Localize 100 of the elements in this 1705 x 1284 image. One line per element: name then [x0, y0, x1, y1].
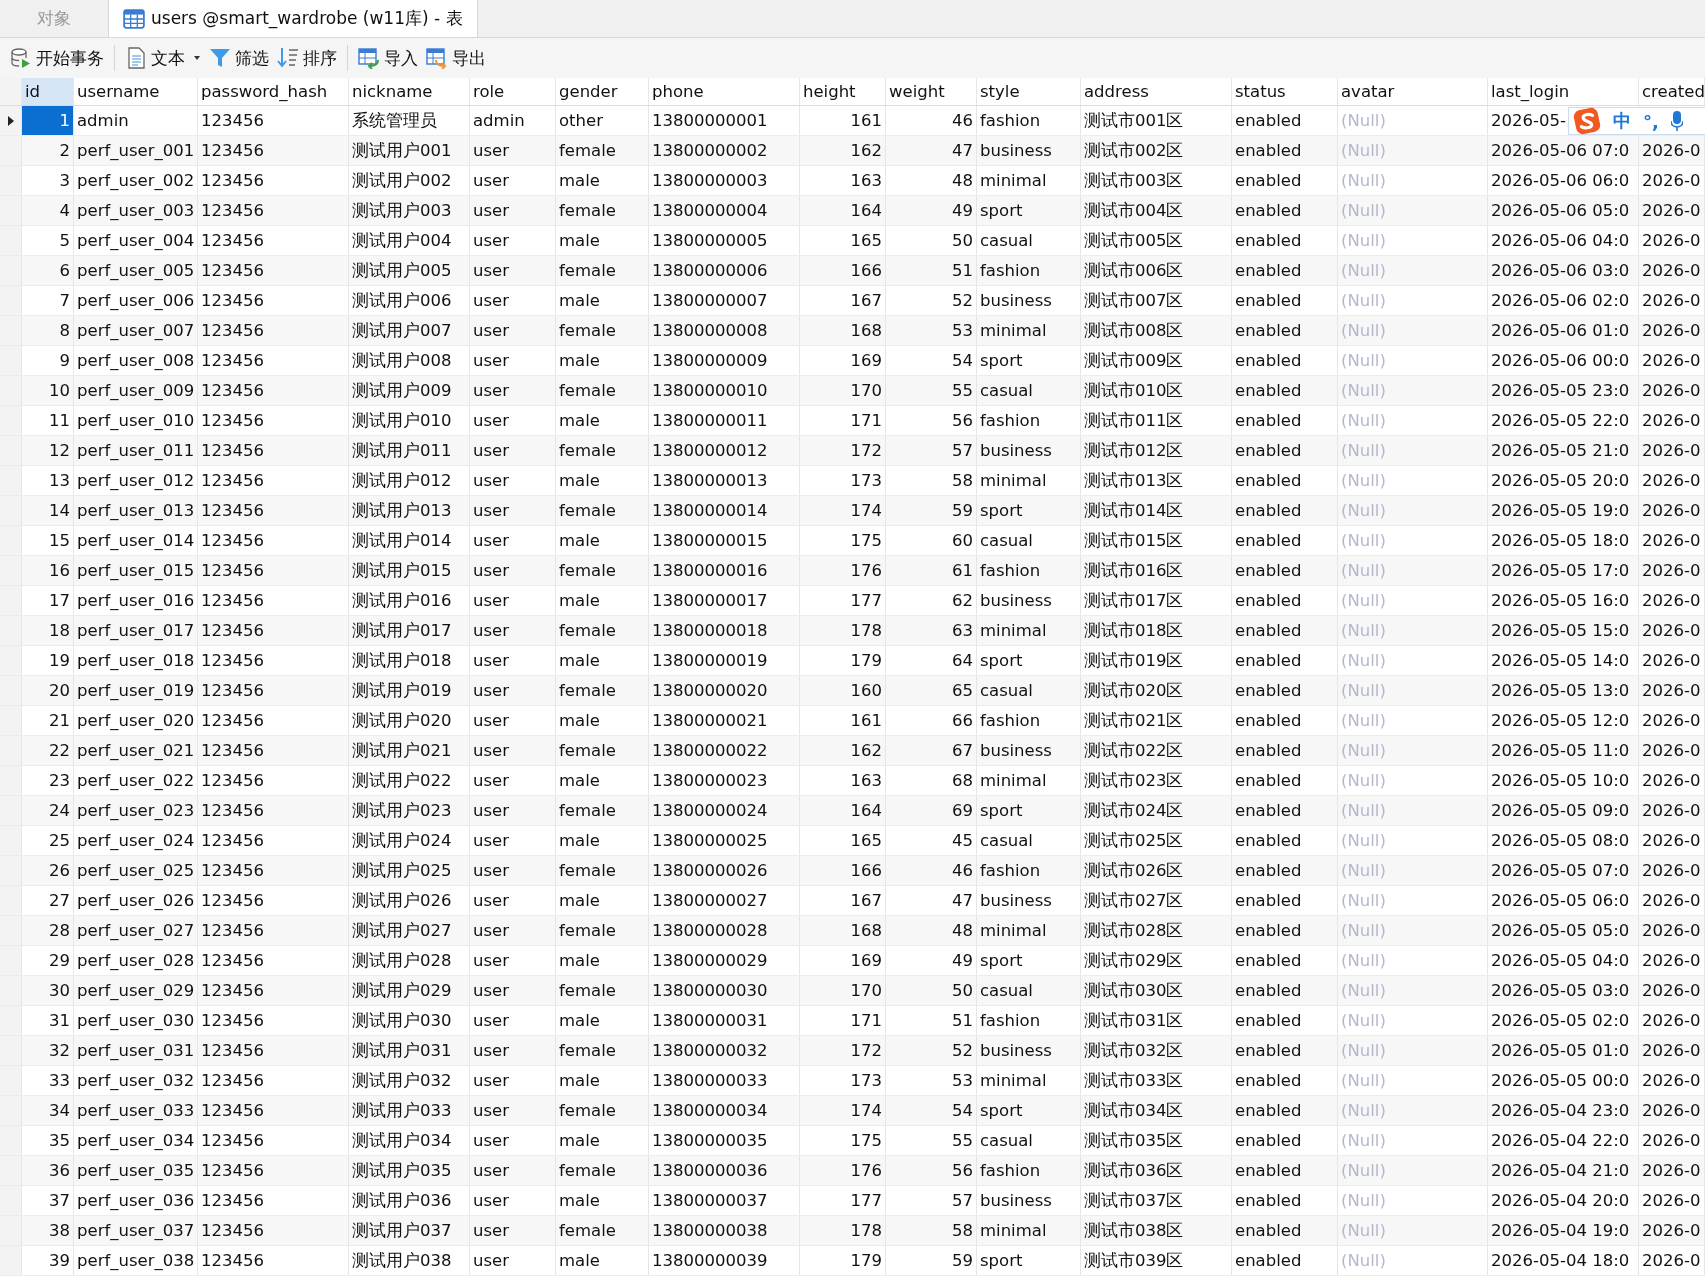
table-cell: casual	[977, 376, 1081, 405]
table-row[interactable]: 4 perf_user_003 123456 测试用户003 user female 13800000004 164 49 sport 测试市004区 enabled (Null) 2026-05-06 05:0 2026-0	[0, 196, 1705, 226]
column-header[interactable]: avatar	[1338, 78, 1488, 105]
table-cell: 2026-0	[1639, 136, 1705, 165]
column-header[interactable]: last_login	[1488, 78, 1639, 105]
table-cell: user	[470, 826, 556, 855]
table-row[interactable]: 36 perf_user_035 123456 测试用户035 user female 13800000036 176 56 fashion 测试市036区 enabled (Null) 2026-05-04 21:0 2026-0	[0, 1156, 1705, 1186]
table-cell: minimal	[977, 1066, 1081, 1095]
table-row[interactable]: 12 perf_user_011 123456 测试用户011 user female 13800000012 172 57 business 测试市012区 enabled (Null) 2026-05-05 21:0 2026-0	[0, 436, 1705, 466]
toolbar-button[interactable]: 导入	[354, 42, 422, 74]
table-cell: user	[470, 1246, 556, 1275]
toolbar-button[interactable]: 筛选	[205, 42, 273, 74]
table-cell: admin	[470, 106, 556, 135]
table-cell: 123456	[198, 556, 349, 585]
ime-punctuation-label[interactable]: °,	[1643, 110, 1659, 132]
table-row[interactable]: 24 perf_user_023 123456 测试用户023 user female 13800000024 164 69 sport 测试市024区 enabled (Null) 2026-05-05 09:0 2026-0	[0, 796, 1705, 826]
toolbar-button[interactable]: 导出	[422, 42, 490, 74]
column-header[interactable]: weight	[886, 78, 977, 105]
table-cell: 123456	[198, 496, 349, 525]
table-row[interactable]: 8 perf_user_007 123456 测试用户007 user female 13800000008 168 53 minimal 测试市008区 enabled (Null) 2026-05-06 01:0 2026-0	[0, 316, 1705, 346]
table-cell: (Null)	[1338, 916, 1488, 945]
table-cell: 测试市039区	[1081, 1246, 1232, 1275]
ime-mode-label[interactable]: 中	[1613, 109, 1631, 133]
table-cell: 2026-05-05 07:0	[1488, 856, 1639, 885]
table-cell: user	[470, 736, 556, 765]
table-cell: 13800000030	[649, 976, 800, 1005]
table-cell: 测试用户032	[349, 1066, 470, 1095]
column-header[interactable]: role	[470, 78, 556, 105]
table-row[interactable]: 22 perf_user_021 123456 测试用户021 user female 13800000022 162 67 business 测试市022区 enabled (Null) 2026-05-05 11:0 2026-0	[0, 736, 1705, 766]
table-cell: 测试市011区	[1081, 406, 1232, 435]
table-row[interactable]: 30 perf_user_029 123456 测试用户029 user female 13800000030 170 50 casual 测试市030区 enabled (Null) 2026-05-05 03:0 2026-0	[0, 976, 1705, 1006]
column-header[interactable]: gender	[556, 78, 649, 105]
table-cell: user	[470, 316, 556, 345]
table-cell: 测试用户008	[349, 346, 470, 375]
table-cell: 测试用户004	[349, 226, 470, 255]
column-header[interactable]: phone	[649, 78, 800, 105]
column-header[interactable]: password_hash	[198, 78, 349, 105]
column-header[interactable]: style	[977, 78, 1081, 105]
row-header[interactable]	[0, 106, 22, 135]
table-cell: 20	[22, 676, 74, 705]
toolbar-button[interactable]: 开始事务	[6, 42, 108, 74]
table-cell: 测试市023区	[1081, 766, 1232, 795]
table-row[interactable]: 2 perf_user_001 123456 测试用户001 user female 13800000002 162 47 business 测试市002区 enabled (Null) 2026-05-06 07:0 2026-0	[0, 136, 1705, 166]
table-cell: 2026-0	[1639, 466, 1705, 495]
table-cell: 179	[800, 646, 886, 675]
table-row[interactable]: 38 perf_user_037 123456 测试用户037 user female 13800000038 178 58 minimal 测试市038区 enabled (Null) 2026-05-04 19:0 2026-0	[0, 1216, 1705, 1246]
column-header[interactable]: username	[74, 78, 198, 105]
table-row[interactable]: 18 perf_user_017 123456 测试用户017 user female 13800000018 178 63 minimal 测试市018区 enabled (Null) 2026-05-05 15:0 2026-0	[0, 616, 1705, 646]
table-cell: enabled	[1232, 736, 1338, 765]
table-row[interactable]: 34 perf_user_033 123456 测试用户033 user female 13800000034 174 54 sport 测试市034区 enabled (Null) 2026-05-04 23:0 2026-0	[0, 1096, 1705, 1126]
table-cell: (Null)	[1338, 1216, 1488, 1245]
column-header[interactable]: id	[22, 78, 74, 105]
table-cell: perf_user_017	[74, 616, 198, 645]
table-cell: 2026-05-05 08:0	[1488, 826, 1639, 855]
table-cell: female	[556, 976, 649, 1005]
column-header[interactable]: created	[1639, 78, 1705, 105]
column-header[interactable]: address	[1081, 78, 1232, 105]
table-row[interactable]: 28 perf_user_027 123456 测试用户027 user female 13800000028 168 48 minimal 测试市028区 enabled (Null) 2026-05-05 05:0 2026-0	[0, 916, 1705, 946]
table-cell: 测试市006区	[1081, 256, 1232, 285]
table-row[interactable]: 6 perf_user_005 123456 测试用户005 user female 13800000006 166 51 fashion 测试市006区 enabled (Null) 2026-05-06 03:0 2026-0	[0, 256, 1705, 286]
table-cell: user	[470, 166, 556, 195]
table-row[interactable]: 32 perf_user_031 123456 测试用户031 user female 13800000032 172 52 business 测试市032区 enabled (Null) 2026-05-05 01:0 2026-0	[0, 1036, 1705, 1066]
table-cell: 13800000001	[649, 106, 800, 135]
table-cell: male	[556, 1246, 649, 1275]
table-cell: 162	[800, 736, 886, 765]
table-cell: female	[556, 436, 649, 465]
toolbar-button[interactable]: 文本	[121, 42, 205, 74]
table-cell: minimal	[977, 916, 1081, 945]
column-header[interactable]: height	[800, 78, 886, 105]
table-cell: 178	[800, 1216, 886, 1245]
table-row[interactable]: 16 perf_user_015 123456 测试用户015 user female 13800000016 176 61 fashion 测试市016区 enabled (Null) 2026-05-05 17:0 2026-0	[0, 556, 1705, 586]
column-header[interactable]: status	[1232, 78, 1338, 105]
table-cell: (Null)	[1338, 376, 1488, 405]
table-cell: 测试用户030	[349, 1006, 470, 1035]
table-row[interactable]: 26 perf_user_025 123456 测试用户025 user female 13800000026 166 46 fashion 测试市026区 enabled (Null) 2026-05-05 07:0 2026-0	[0, 856, 1705, 886]
table-row[interactable]: 20 perf_user_019 123456 测试用户019 user female 13800000020 160 65 casual 测试市020区 enabled (Null) 2026-05-05 13:0 2026-0	[0, 676, 1705, 706]
table-cell: (Null)	[1338, 1246, 1488, 1275]
table-cell: 16	[22, 556, 74, 585]
toolbar-button[interactable]: 排序	[273, 42, 341, 74]
table-cell: perf_user_018	[74, 646, 198, 675]
table-cell: business	[977, 1036, 1081, 1065]
column-header[interactable]: nickname	[349, 78, 470, 105]
table-cell: user	[470, 556, 556, 585]
tab[interactable]: users @smart_wardrobe (w11库) - 表	[109, 0, 478, 37]
table-cell: 65	[886, 676, 977, 705]
microphone-icon[interactable]	[1670, 110, 1683, 132]
table-row[interactable]: 39 perf_user_038 123456 测试用户038 user male 13800000039 179 59 sport 测试市039区 enabled (Null) 2026-05-04 18:0 2026-0	[0, 1246, 1705, 1276]
table-row[interactable]: 14 perf_user_013 123456 测试用户013 user female 13800000014 174 59 sport 测试市014区 enabled (Null) 2026-05-05 19:0 2026-0	[0, 496, 1705, 526]
table-cell: (Null)	[1338, 1096, 1488, 1125]
table-cell: 测试市020区	[1081, 676, 1232, 705]
table-cell: 2026-05-05 05:0	[1488, 916, 1639, 945]
table-cell: female	[556, 856, 649, 885]
table-cell: 2026-0	[1639, 556, 1705, 585]
table-cell: 123456	[198, 676, 349, 705]
table-row[interactable]: 10 perf_user_009 123456 测试用户009 user female 13800000010 170 55 casual 测试市010区 enabled (Null) 2026-05-05 23:0 2026-0	[0, 376, 1705, 406]
table-cell: 测试市015区	[1081, 526, 1232, 555]
table-cell: 测试市003区	[1081, 166, 1232, 195]
table-cell: 13800000034	[649, 1096, 800, 1125]
table-cell: 2026-0	[1639, 1156, 1705, 1185]
table-cell: 177	[800, 1186, 886, 1215]
